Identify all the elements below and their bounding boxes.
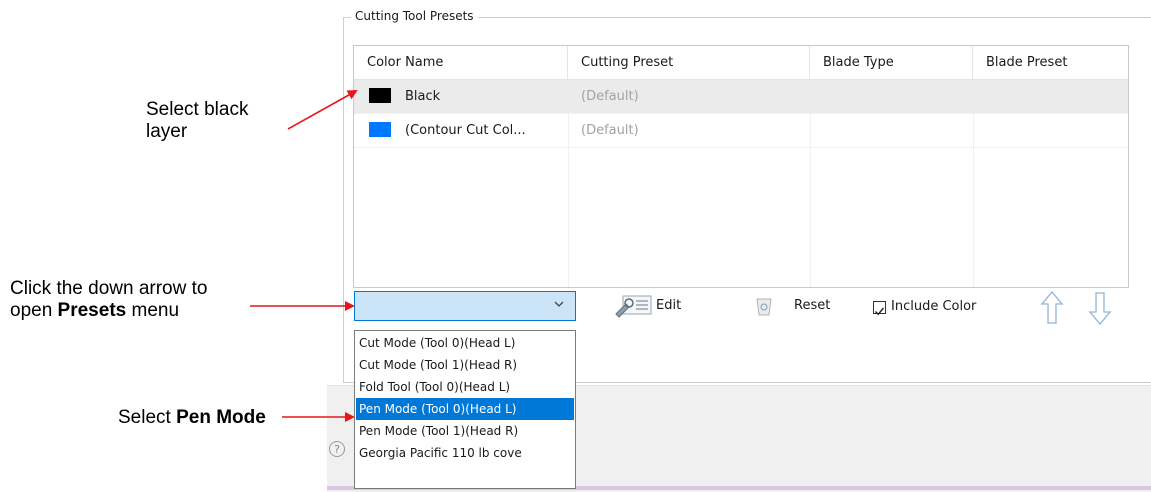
annotation-arrows [250, 90, 358, 422]
arrow-to-black-row [287, 90, 358, 130]
